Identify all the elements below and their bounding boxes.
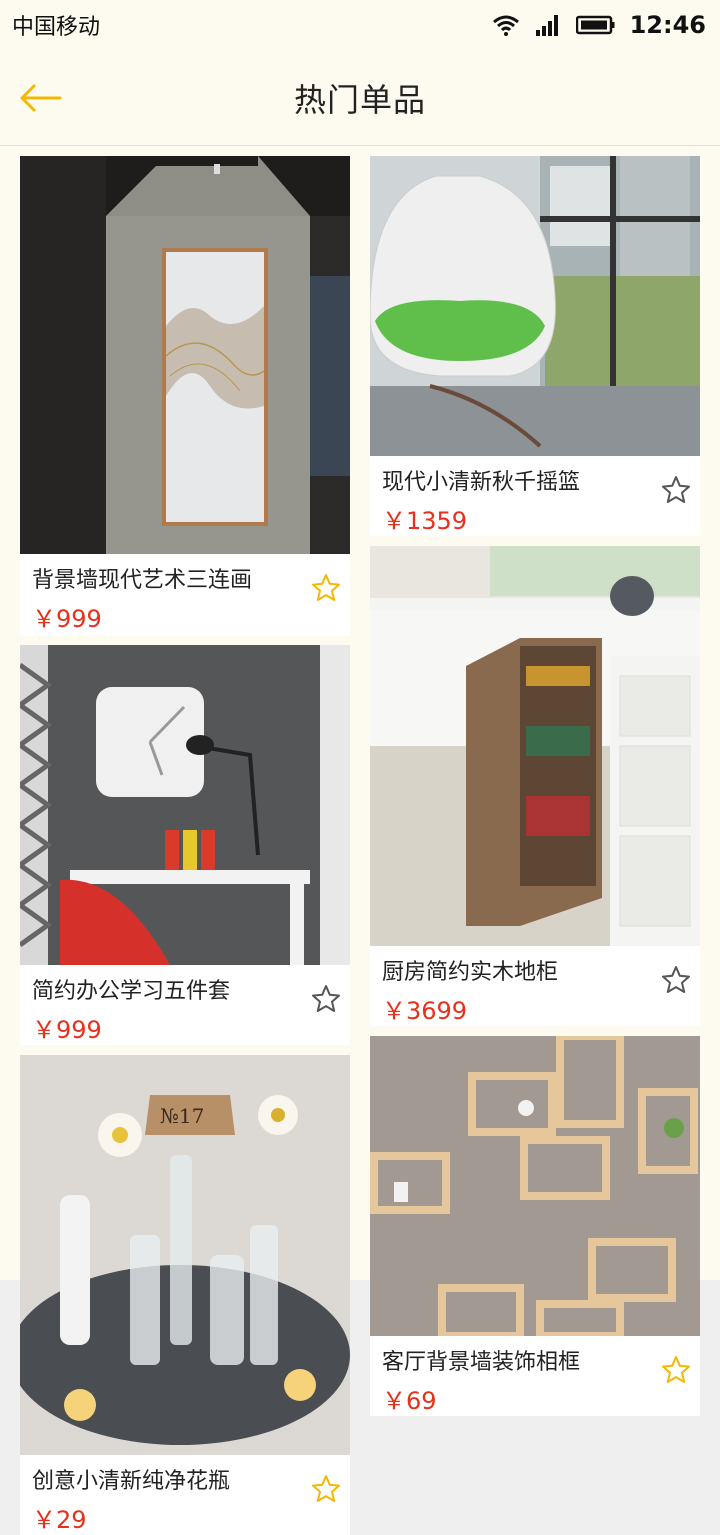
product-name: 背景墙现代艺术三连画 [32, 568, 253, 593]
status-bar: 中国移动 12:46 [0, 0, 720, 50]
arrow-left-icon [20, 84, 62, 112]
battery-icon [575, 15, 615, 35]
carrier-label: 中国移动 [12, 15, 101, 40]
product-card[interactable]: 现代小清新秋千摇篮 ￥1359 [370, 156, 700, 536]
product-price: ￥3699 [382, 997, 468, 1025]
page-title: 热门单品 [293, 80, 426, 119]
product-name: 现代小清新秋千摇篮 [382, 470, 581, 495]
back-button[interactable] [16, 76, 64, 120]
product-price: ￥999 [32, 605, 102, 633]
status-icons: 12:46 [492, 11, 706, 39]
product-name: 客厅背景墙装饰相框 [382, 1350, 581, 1375]
product-card[interactable]: 客厅背景墙装饰相框 ￥69 [370, 1036, 700, 1416]
product-price: ￥29 [32, 1506, 87, 1534]
wifi-icon [492, 15, 519, 36]
favorite-star-icon[interactable] [310, 983, 342, 1015]
product-card[interactable]: 简约办公学习五件套 ￥999 [20, 645, 350, 1045]
product-card[interactable]: 厨房简约实木地柜 ￥3699 [370, 546, 700, 1026]
clock: 12:46 [629, 11, 706, 39]
product-price: ￥1359 [382, 507, 468, 535]
nav-bar: 热门单品 [0, 50, 720, 146]
favorite-star-icon[interactable] [660, 474, 692, 506]
favorite-star-icon[interactable] [660, 1354, 692, 1386]
product-price: ￥999 [32, 1016, 102, 1044]
product-image: №17 [20, 1055, 350, 1455]
favorite-star-icon[interactable] [310, 572, 342, 604]
product-image [370, 1036, 700, 1336]
product-name: 厨房简约实木地柜 [382, 960, 559, 985]
vase-tag-text: №17 [160, 1104, 204, 1128]
product-name: 创意小清新纯净花瓶 [32, 1469, 231, 1494]
favorite-star-icon[interactable] [660, 964, 692, 996]
product-price: ￥69 [382, 1387, 437, 1415]
product-name: 简约办公学习五件套 [32, 979, 231, 1004]
favorite-star-icon[interactable] [310, 1473, 342, 1505]
product-image [20, 156, 350, 554]
product-image [370, 546, 700, 946]
signal-icon [535, 15, 558, 36]
product-card[interactable]: 背景墙现代艺术三连画 ￥999 [20, 156, 350, 636]
product-image [20, 645, 350, 965]
product-image [370, 156, 700, 456]
product-card[interactable]: №17 创意小清新纯净花瓶 ￥29 [20, 1055, 350, 1535]
